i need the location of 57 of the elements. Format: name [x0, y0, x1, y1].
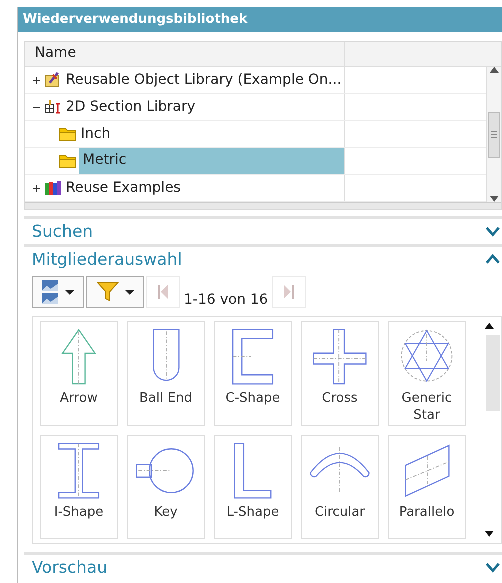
- section-title[interactable]: Mitgliederauswahl: [32, 250, 182, 269]
- tile-label: Arrow: [60, 390, 98, 407]
- parallelogram-shape-icon: [404, 442, 450, 500]
- tile-label: Cross: [322, 390, 358, 407]
- tree-item[interactable]: Reuse Examples: [64, 177, 183, 199]
- tile-label: Generic Star: [400, 390, 454, 424]
- view-dropdown[interactable]: [32, 276, 84, 308]
- expand-chevron-icon[interactable]: [486, 226, 500, 237]
- window-title: Wiederverwendungsbibliothek: [18, 7, 502, 32]
- tile-label: Parallelo: [399, 504, 455, 521]
- page-info: 1-16 von 16: [183, 292, 270, 308]
- section-icon: [44, 98, 62, 116]
- cross-shape-icon: [312, 328, 368, 386]
- last-page-icon: [284, 285, 294, 299]
- tile-label: L-Shape: [226, 504, 280, 521]
- section-title[interactable]: Suchen: [32, 222, 94, 241]
- shape-tile[interactable]: Cross: [301, 321, 379, 426]
- caret-icon: [65, 290, 75, 294]
- tree-item[interactable]: 2D Section Library: [64, 96, 198, 118]
- ishape-shape-icon: [57, 442, 101, 500]
- collapse-chevron-icon[interactable]: [486, 254, 500, 265]
- shape-tile[interactable]: Generic Star: [388, 321, 466, 426]
- tile-label: Key: [154, 504, 178, 521]
- tile-label: C-Shape: [226, 390, 280, 407]
- cshape-shape-icon: [231, 328, 275, 386]
- shape-tile[interactable]: C-Shape: [214, 321, 292, 426]
- tree-item[interactable]: Inch: [79, 123, 113, 145]
- arrow-shape-icon: [61, 328, 97, 386]
- shape-tile[interactable]: L-Shape: [214, 435, 292, 539]
- shape-tile[interactable]: Arrow: [40, 321, 118, 426]
- section-title[interactable]: Vorschau: [32, 558, 108, 577]
- lshape-shape-icon: [233, 442, 273, 500]
- image-icon: [41, 279, 59, 305]
- scroll-down-icon: [484, 531, 494, 537]
- expand-icon[interactable]: [31, 74, 42, 86]
- scrollbar[interactable]: [486, 67, 501, 202]
- scroll-thumb[interactable]: [486, 335, 500, 411]
- funnel-icon: [97, 282, 119, 302]
- shape-tile[interactable]: Circular: [301, 435, 379, 539]
- books-icon: [44, 179, 62, 197]
- filter-dropdown[interactable]: [86, 276, 144, 308]
- tree-item[interactable]: Metric: [79, 148, 344, 174]
- first-page-icon: [158, 285, 168, 299]
- expand-icon[interactable]: [31, 182, 42, 194]
- horizontal-scrollbar[interactable]: [25, 202, 501, 209]
- tile-label: Circular: [314, 504, 366, 521]
- tree-item[interactable]: Reusable Object Library (Example On...: [64, 69, 344, 91]
- shape-tile[interactable]: Key: [127, 435, 205, 539]
- expand-chevron-icon[interactable]: [486, 562, 500, 573]
- caret-icon: [125, 290, 135, 294]
- shape-tile[interactable]: Ball End: [127, 321, 205, 426]
- scroll-up-icon: [484, 323, 494, 329]
- edit-icon: [44, 71, 62, 89]
- shape-tile[interactable]: Parallelo: [388, 435, 466, 539]
- shape-tile[interactable]: I-Shape: [40, 435, 118, 539]
- tile-label: Ball End: [140, 390, 192, 407]
- tile-label: I-Shape: [54, 504, 104, 521]
